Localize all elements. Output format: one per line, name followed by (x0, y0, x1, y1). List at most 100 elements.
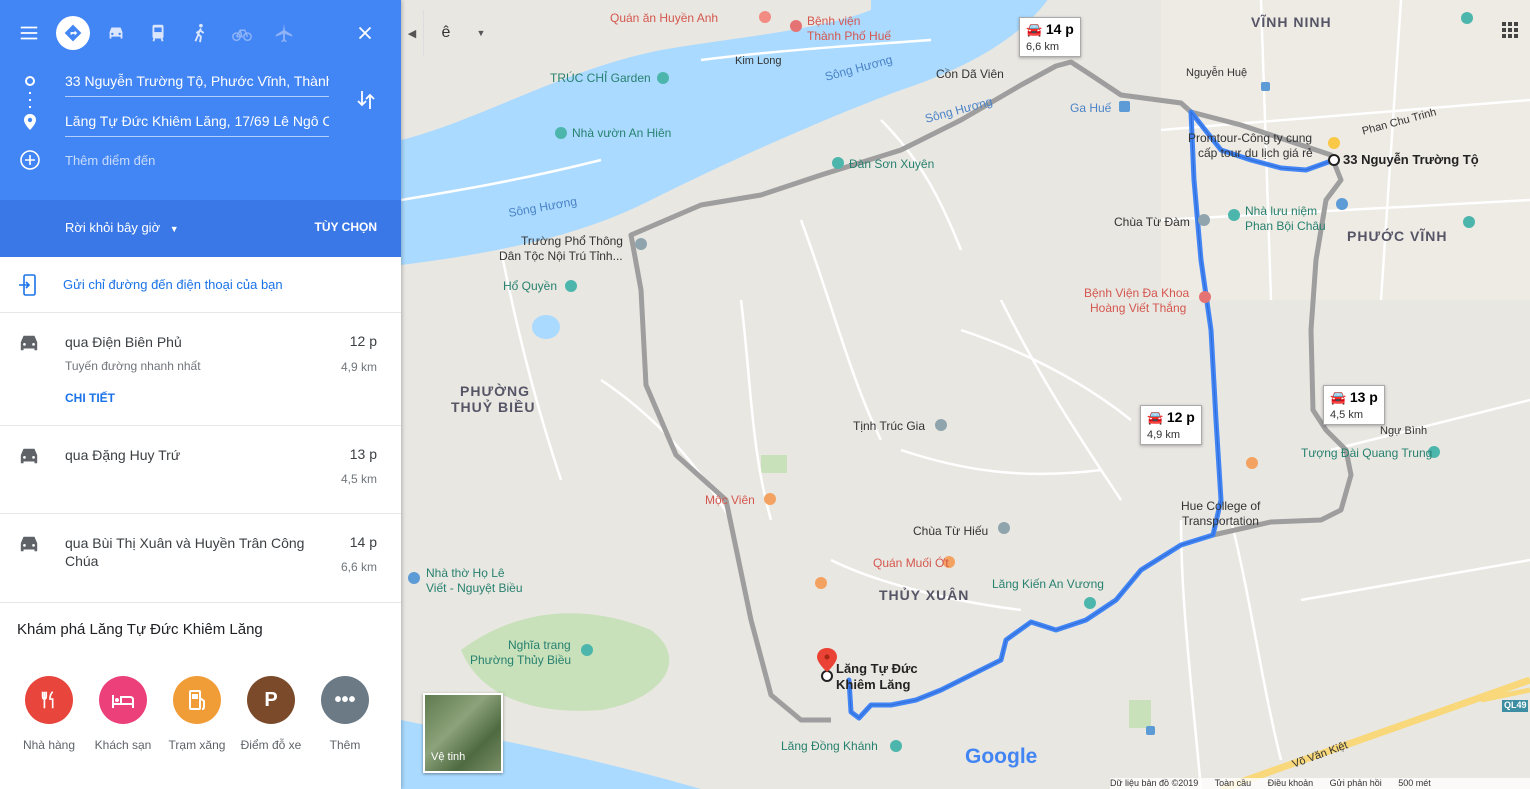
map-label-museum[interactable]: Nhà lưu niệm (1245, 204, 1317, 218)
map-label-college[interactable]: Hue College of (1181, 499, 1260, 513)
map-label-road: Ngự Bình (1380, 425, 1428, 437)
satellite-label: Vệ tinh (431, 751, 466, 763)
map-label-hospital[interactable]: Bệnh viện (807, 14, 860, 28)
car-icon: 🚘 (1147, 410, 1164, 425)
park (1129, 700, 1151, 728)
map-label-temple[interactable]: Đàn Sơn Xuyên (849, 157, 934, 171)
map-label-hospital[interactable]: Thành Phố Huế (807, 29, 891, 43)
bubble-time: 12 p (1166, 409, 1195, 425)
destination-marker[interactable] (821, 670, 833, 682)
map-label-station[interactable]: Ga Huế (1070, 101, 1111, 115)
map-label-business[interactable]: Promtour-Công ty cung (1188, 131, 1312, 145)
map-label-school[interactable]: Trường Phổ Thông (521, 234, 623, 248)
car-icon[interactable] (97, 14, 135, 52)
map-label-cemetery[interactable]: Phường Thủy Biều (470, 653, 571, 667)
route-option[interactable]: qua Bùi Thị Xuân và Huyền Trân Công Chúa… (0, 514, 401, 603)
terms-link[interactable]: Điều khoản (1268, 778, 1314, 788)
route-dot (29, 92, 31, 94)
apps-grid-icon[interactable] (1502, 22, 1518, 38)
feedback-link[interactable]: Gửi phản hồi (1330, 778, 1382, 788)
menu-icon[interactable] (10, 14, 48, 52)
hotel-icon (99, 676, 147, 724)
google-logo: Google (965, 745, 1038, 768)
map-label-college[interactable]: Transportation (1182, 514, 1259, 528)
chevron-down-icon: ▼ (169, 224, 179, 234)
destination-pin-icon (24, 114, 36, 130)
swap-icon[interactable] (354, 88, 378, 112)
route-option[interactable]: qua Đặng Huy Trứ 13 p 4,5 km (0, 426, 401, 514)
map-label-place[interactable]: Tịnh Trúc Gia (853, 419, 925, 433)
bubble-time: 13 p (1349, 389, 1378, 405)
map-label-business[interactable]: cấp tour du lịch giá rẻ (1198, 146, 1313, 160)
category-more[interactable]: ••• Thêm (308, 676, 382, 752)
category-label: Nhà hàng (22, 738, 76, 752)
plane-icon[interactable] (265, 14, 303, 52)
add-destination-icon[interactable] (19, 149, 41, 171)
directions-panel: 33 Nguyễn Trường Tộ, Phước Vĩnh, Thành p… (0, 0, 401, 789)
map-canvas[interactable]: Quán ăn Huyền Anh Bệnh viện Thành Phố Hu… (401, 0, 1530, 789)
car-icon (20, 448, 38, 464)
route-bubble[interactable]: 🚘 12 p 4,9 km (1140, 405, 1202, 445)
more-icon: ••• (321, 676, 369, 724)
map-label-hospital[interactable]: Hoàng Viết Thắng (1090, 301, 1186, 315)
map-label-pagoda[interactable]: Chùa Từ Đàm (1114, 215, 1190, 229)
route-time: 14 p (349, 534, 377, 550)
walk-icon[interactable] (181, 14, 219, 52)
origin-input[interactable]: 33 Nguyễn Trường Tộ, Phước Vĩnh, Thành p… (65, 70, 329, 97)
map-label-island: Cồn Dã Viên (936, 67, 1004, 81)
car-icon (20, 536, 38, 552)
satellite-toggle[interactable]: Vệ tinh (423, 693, 503, 773)
add-destination-field[interactable]: Thêm điểm đến (65, 150, 329, 176)
map-label-restaurant[interactable]: Mộc Viên (705, 493, 755, 507)
map-label-museum[interactable]: Phan Bội Châu (1245, 219, 1326, 233)
route-bubble[interactable]: 🚘 13 p 4,5 km (1323, 385, 1385, 425)
gas-station-icon (173, 676, 221, 724)
route-dot (29, 99, 31, 101)
scale-label: 500 mét (1398, 778, 1431, 788)
category-gas-stations[interactable]: Trạm xăng (160, 676, 234, 752)
map-label-garden[interactable]: TRÚC CHỈ Garden (550, 71, 651, 85)
category-restaurants[interactable]: Nhà hàng (12, 676, 86, 752)
close-icon[interactable] (346, 14, 384, 52)
bicycle-icon[interactable] (223, 14, 261, 52)
map-label-church[interactable]: Nhà thờ Họ Lê (426, 566, 505, 580)
origin-dot-icon (25, 76, 35, 86)
origin-marker[interactable] (1328, 154, 1340, 166)
collapse-panel-icon[interactable]: ◀ (401, 10, 424, 56)
destination-label[interactable]: Lăng Tự Đức (836, 661, 918, 676)
global-link[interactable]: Toàn cầu (1215, 778, 1252, 788)
map-label-monument[interactable]: Tượng Đài Quang Trung (1301, 446, 1432, 460)
map-label-cemetery[interactable]: Nghĩa trang (508, 638, 571, 652)
map-label-school[interactable]: Dân Tộc Nội Trú Tỉnh... (499, 249, 623, 263)
transit-icon[interactable] (139, 14, 177, 52)
leave-now-dropdown[interactable]: Rời khỏi bây giờ ▼ (65, 220, 179, 235)
category-parking[interactable]: P Điểm đỗ xe (234, 676, 308, 752)
map-label-landmark[interactable]: Hổ Quyền (503, 279, 557, 293)
map-label-tomb[interactable]: Lăng Đồng Khánh (781, 739, 878, 753)
map-label-church[interactable]: Viết - Nguyệt Biều (426, 581, 523, 595)
map-label-hospital[interactable]: Bệnh Viện Đa Khoa (1084, 286, 1189, 300)
send-to-phone-row[interactable]: Gửi chỉ đường đến điện thoại của bạn (0, 257, 401, 313)
directions-header: 33 Nguyễn Trường Tộ, Phước Vĩnh, Thành p… (0, 0, 401, 200)
route-option[interactable]: qua Điện Biên Phủ 12 p Tuyến đường nhanh… (0, 313, 401, 426)
chevron-down-icon[interactable]: ▼ (469, 10, 493, 56)
route-bubble[interactable]: 🚘 14 p 6,6 km (1019, 17, 1081, 57)
route-details-button[interactable]: CHI TIẾT (65, 391, 115, 405)
language-selector[interactable]: ê (423, 10, 469, 56)
map-label-restaurant[interactable]: Quán Muối Ớt (873, 556, 949, 570)
directions-icon[interactable] (54, 14, 92, 52)
map-label-pagoda[interactable]: Chùa Từ Hiếu (913, 524, 988, 538)
bubble-distance: 4,5 km (1330, 409, 1364, 421)
origin-label[interactable]: 33 Nguyễn Trường Tộ (1343, 152, 1479, 167)
destination-label[interactable]: Khiêm Lăng (836, 677, 910, 692)
map-label-restaurant[interactable]: Quán ăn Huyền Anh (610, 11, 718, 25)
highway-shield-label: QL49 (1504, 700, 1527, 710)
explore-title: Khám phá Lăng Tự Đức Khiêm Lăng (17, 621, 263, 638)
map-label-garden[interactable]: Nhà vườn An Hiên (572, 126, 671, 140)
send-to-phone-link[interactable]: Gửi chỉ đường đến điện thoại của bạn (63, 277, 283, 292)
parking-icon: P (247, 676, 295, 724)
options-button[interactable]: TÙY CHỌN (315, 220, 377, 234)
map-label-tomb[interactable]: Lăng Kiến An Vương (992, 577, 1104, 591)
destination-input[interactable]: Lăng Tự Đức Khiêm Lăng, 17/69 Lê Ngô Cát (65, 110, 329, 137)
category-hotels[interactable]: Khách sạn (86, 676, 160, 752)
